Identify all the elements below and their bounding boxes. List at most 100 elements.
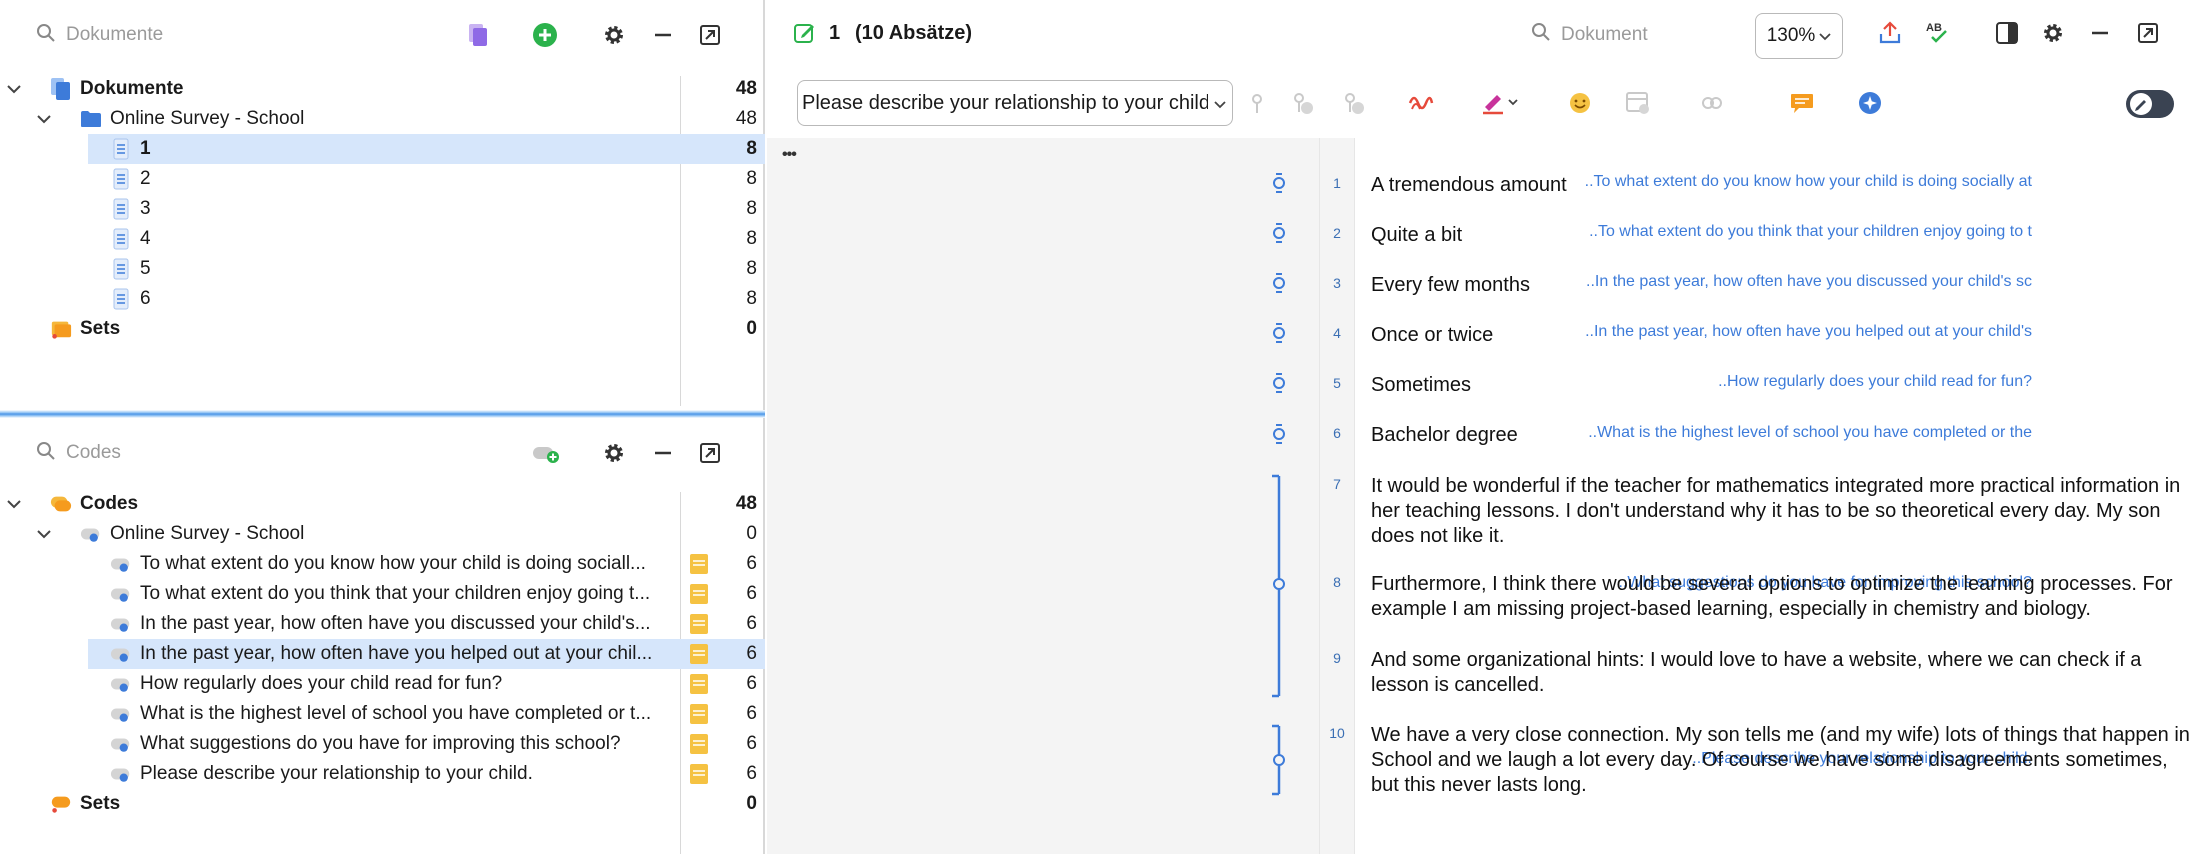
pop-out-icon[interactable] bbox=[694, 437, 726, 469]
document-item-5[interactable]: 5 8 bbox=[0, 254, 765, 284]
code-item-label: How regularly does your child read for f… bbox=[140, 673, 503, 694]
gear-icon[interactable] bbox=[598, 19, 630, 51]
minimize-icon[interactable] bbox=[2090, 23, 2110, 48]
document-item-6[interactable]: 6 8 bbox=[0, 284, 765, 314]
pop-out-icon[interactable] bbox=[2137, 22, 2159, 49]
code-icon bbox=[110, 552, 132, 576]
paragraph-text[interactable]: Every few months bbox=[1371, 273, 2191, 298]
sets-icon bbox=[50, 792, 72, 816]
document-item-count: 8 bbox=[746, 168, 757, 189]
code-item-count: 6 bbox=[746, 733, 757, 754]
code-item[interactable]: What is the highest level of school you … bbox=[0, 699, 765, 729]
spellcheck-icon[interactable]: AB bbox=[1924, 20, 1950, 51]
edit-mode-toggle[interactable] bbox=[2125, 89, 2175, 124]
link-icon[interactable] bbox=[1699, 90, 1725, 121]
code-item-label: What suggestions do you have for improvi… bbox=[140, 733, 621, 754]
gear-icon[interactable] bbox=[598, 437, 630, 469]
code-item-label: In the past year, how often have you hel… bbox=[140, 643, 653, 664]
add-code-icon[interactable] bbox=[530, 437, 562, 469]
export-icon[interactable] bbox=[1878, 20, 1902, 51]
code-item-label: What is the highest level of school you … bbox=[140, 703, 652, 724]
code-with-new-code-icon[interactable] bbox=[1289, 90, 1315, 121]
document-item-1[interactable]: 1 8 bbox=[88, 134, 765, 164]
text-document-icon bbox=[110, 287, 132, 311]
code-item-selected[interactable]: In the past year, how often have you hel… bbox=[88, 639, 765, 669]
zoom-select[interactable]: 130% bbox=[1755, 13, 1843, 59]
add-document-icon[interactable] bbox=[529, 19, 561, 51]
code-select[interactable]: Please describe your relationship to you… bbox=[797, 80, 1233, 126]
paragraph-text[interactable]: It would be wonderful if the teacher for… bbox=[1371, 474, 2191, 549]
paragraph-text[interactable]: Bachelor degree bbox=[1371, 423, 2191, 448]
chevron-down-icon[interactable] bbox=[4, 79, 24, 99]
minimize-icon[interactable] bbox=[647, 437, 679, 469]
coding-toolbar: Please describe your relationship to you… bbox=[767, 74, 2200, 136]
code-icon bbox=[110, 732, 132, 756]
code-item-count: 6 bbox=[746, 703, 757, 724]
code-item[interactable]: Please describe your relationship to you… bbox=[0, 759, 765, 789]
code-icon bbox=[110, 582, 132, 606]
paragraph-text[interactable]: Quite a bit bbox=[1371, 223, 2191, 248]
document-sets-label: Sets bbox=[80, 318, 121, 339]
document-sets[interactable]: Sets 0 bbox=[0, 314, 765, 344]
code-pin-icon[interactable] bbox=[1247, 91, 1267, 120]
documents-search[interactable]: Dokumente bbox=[36, 20, 163, 50]
paragraph-text[interactable]: We have a very close connection. My son … bbox=[1371, 723, 2191, 798]
edit-document-icon[interactable] bbox=[794, 22, 816, 49]
paragraph-number: 3 bbox=[1333, 275, 1341, 291]
code-item[interactable]: What suggestions do you have for improvi… bbox=[0, 729, 765, 759]
document-item-count: 8 bbox=[746, 258, 757, 279]
document-search[interactable]: Dokument bbox=[1531, 22, 1648, 47]
coding-stripe-marker-1 bbox=[1273, 173, 1285, 193]
code-icon bbox=[110, 642, 132, 666]
code-item-count: 6 bbox=[746, 673, 757, 694]
highlighter-icon[interactable] bbox=[1481, 89, 1521, 120]
code-root[interactable]: Codes 48 bbox=[0, 489, 765, 519]
documents-icon bbox=[50, 77, 72, 101]
document-item-4[interactable]: 4 8 bbox=[0, 224, 765, 254]
code-folder[interactable]: Online Survey - School 0 bbox=[0, 519, 765, 549]
paragraph-text[interactable]: Sometimes bbox=[1371, 373, 2191, 398]
paragraph-text[interactable]: And some organizational hints: I would l… bbox=[1371, 648, 2191, 698]
code-item[interactable]: How regularly does your child read for f… bbox=[0, 669, 765, 699]
document-item-3[interactable]: 3 8 bbox=[0, 194, 765, 224]
paragraph-text[interactable]: Once or twice bbox=[1371, 323, 2191, 348]
document-sets-icon[interactable] bbox=[462, 19, 494, 51]
chevron-down-icon[interactable] bbox=[34, 524, 54, 544]
sidebar-toggle-icon[interactable] bbox=[1995, 21, 2019, 50]
document-sets-count: 0 bbox=[746, 318, 757, 339]
codes-search-placeholder: Codes bbox=[66, 442, 121, 463]
code-item[interactable]: To what extent do you know how your chil… bbox=[0, 549, 765, 579]
paragraph-text[interactable]: Furthermore, I think there would be seve… bbox=[1371, 572, 2191, 622]
paragraph-number: 4 bbox=[1333, 325, 1341, 341]
code-item-count: 6 bbox=[746, 553, 757, 574]
chevron-down-icon[interactable] bbox=[4, 494, 24, 514]
document-item-count: 8 bbox=[746, 198, 757, 219]
paragraph-info: (10 Absätze) bbox=[855, 22, 973, 44]
code-item-label: To what extent do you think that your ch… bbox=[140, 583, 651, 604]
code-sets[interactable]: Sets 0 bbox=[0, 789, 765, 819]
minimize-icon[interactable] bbox=[647, 19, 679, 51]
emoticode-icon[interactable] bbox=[1568, 91, 1592, 120]
document-item-label: 1 bbox=[140, 138, 151, 159]
document-folder[interactable]: Online Survey - School 48 bbox=[0, 104, 765, 134]
in-vivo-code-icon[interactable] bbox=[1340, 90, 1366, 121]
chevron-down-icon[interactable] bbox=[34, 109, 54, 129]
document-item-count: 8 bbox=[746, 228, 757, 249]
document-folder-count: 48 bbox=[735, 108, 757, 129]
comment-icon[interactable] bbox=[1789, 90, 1815, 121]
document-item-label: 3 bbox=[140, 198, 151, 219]
document-item-2[interactable]: 2 8 bbox=[0, 164, 765, 194]
table-icon[interactable] bbox=[1625, 90, 1651, 121]
document-root[interactable]: Dokumente 48 bbox=[0, 74, 765, 104]
pop-out-icon[interactable] bbox=[694, 19, 726, 51]
code-item[interactable]: In the past year, how often have you dis… bbox=[0, 609, 765, 639]
sets-icon bbox=[50, 317, 72, 341]
code-item[interactable]: To what extent do you think that your ch… bbox=[0, 579, 765, 609]
codes-search[interactable]: Codes bbox=[36, 438, 121, 468]
ai-assist-icon[interactable] bbox=[1857, 90, 1883, 121]
code-icon bbox=[110, 672, 132, 696]
paragraph-text[interactable]: A tremendous amount bbox=[1371, 173, 2191, 198]
panel-splitter[interactable] bbox=[0, 410, 765, 418]
gear-icon[interactable] bbox=[2041, 21, 2065, 50]
color-code-icon[interactable] bbox=[1408, 90, 1434, 121]
